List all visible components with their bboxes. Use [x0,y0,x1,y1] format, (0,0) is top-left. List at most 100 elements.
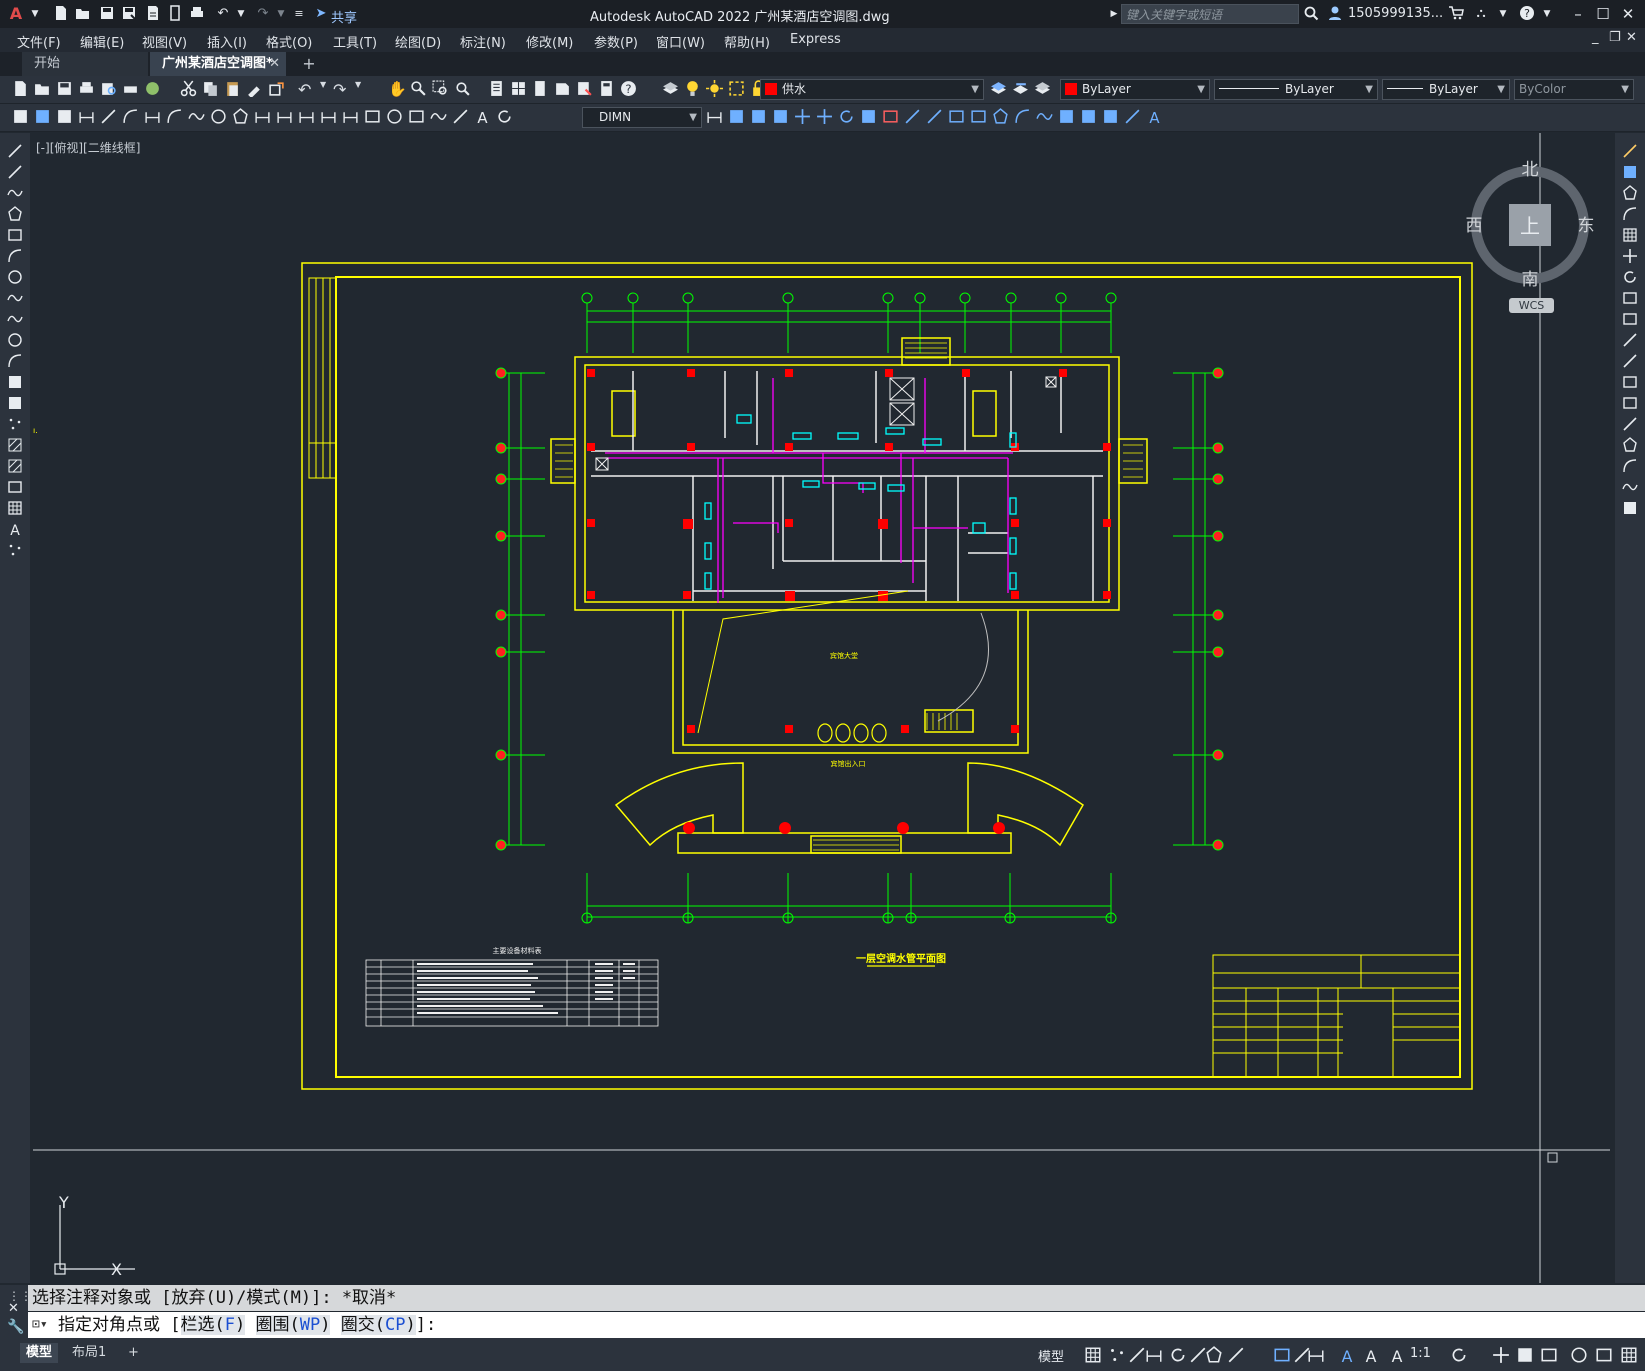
draworder-icon[interactable] [1080,108,1097,125]
offset-palette-icon[interactable] [1622,206,1638,222]
dim-radius-icon[interactable] [166,108,183,125]
spline-icon[interactable] [7,311,23,327]
lineweight-combo[interactable]: ByLayer ▼ [1382,79,1510,100]
annotation-monitor-icon[interactable] [1492,1346,1510,1364]
new-file-icon[interactable] [52,5,70,23]
fillet-icon[interactable] [1014,108,1031,125]
command-line[interactable]: ⊡▾ 指定对角点或 [栏选(F) 圈围(WP) 圈交(CP)]: [28,1312,1645,1338]
dim-diameter-icon[interactable] [210,108,227,125]
layer-thaw-sun-icon[interactable] [706,80,723,97]
dim-space-icon[interactable] [320,108,337,125]
snap-dropdown-icon[interactable] [1128,1346,1146,1364]
gradient-icon[interactable] [7,458,23,474]
dimstyle-combo[interactable]: DIMN ▼ [582,107,702,128]
insert-block-icon[interactable] [7,374,23,390]
menu-dimension[interactable]: 标注(N) [460,32,506,51]
move-palette-icon[interactable] [1622,248,1638,264]
command-option-wpolygon[interactable]: 圈围(WP) [255,1315,331,1335]
menu-insert[interactable]: 插入(I) [207,32,247,51]
menu-view[interactable]: 视图(V) [142,32,187,51]
write-block-icon[interactable] [56,108,73,125]
fillet-palette-icon[interactable] [1622,458,1638,474]
doc-minimize-icon[interactable]: _ [1592,30,1599,45]
menu-file[interactable]: 文件(F) [17,32,61,51]
user-name[interactable]: 1505999135... [1348,6,1443,21]
annotation-scale[interactable]: 1:1 [1410,1346,1431,1361]
blend-icon[interactable] [1036,108,1053,125]
layer-viewport-icon[interactable] [728,80,745,97]
viewcube-east[interactable]: 东 [1578,216,1595,236]
command-option-cpolygon[interactable]: 圈交(CP) [340,1315,416,1335]
maximize-icon[interactable]: ☐ [1590,2,1616,26]
command-customize-wrench-icon[interactable]: 🔧 [7,1319,24,1335]
table-icon[interactable] [7,500,23,516]
explode-icon[interactable] [1058,108,1075,125]
undo-toolbar-dropdown-icon[interactable]: ▼ [320,80,328,97]
plot-toolbar-icon[interactable] [78,80,95,97]
undo-toolbar-icon[interactable]: ↶ [298,80,315,99]
polyline-icon[interactable] [7,185,23,201]
fullscreen-icon[interactable] [1595,1346,1613,1364]
search-input[interactable]: 键入关键字或短语 [1121,4,1299,24]
user-icon[interactable] [1326,5,1344,23]
doc-close-icon[interactable]: ✕ [1626,30,1637,45]
menu-parameter[interactable]: 参数(P) [594,32,638,51]
copy-palette-icon[interactable] [1622,164,1638,180]
command-close-icon[interactable]: ✕ [8,1301,19,1316]
autoscale-icon[interactable]: A [1362,1346,1380,1364]
layer-previous-icon[interactable] [1034,80,1051,97]
quick-properties-icon[interactable] [1540,1346,1558,1364]
chamfer-palette-icon[interactable] [1622,437,1638,453]
wcs-menu-button[interactable]: WCS [1509,298,1554,313]
customize-status-icon[interactable] [1620,1346,1638,1364]
command-side-handle[interactable]: ⋮⋮ ✕ 🔧 [0,1285,32,1338]
menu-draw[interactable]: 绘图(D) [395,32,441,51]
layout-tab-add[interactable]: + [122,1343,145,1363]
linetype-combo[interactable]: ByLayer ▼ [1214,79,1378,100]
mirror-object-icon[interactable] [750,108,767,125]
layer-properties-icon[interactable] [662,80,679,97]
rotate-icon[interactable] [838,108,855,125]
dim-aligned-icon[interactable] [100,108,117,125]
arc-tool-icon[interactable] [7,248,23,264]
paste-icon[interactable] [224,80,241,97]
redo-toolbar-dropdown-icon[interactable]: ▼ [355,80,363,97]
ellipse-arc-icon[interactable] [7,353,23,369]
osnap-tracking-icon[interactable] [1227,1346,1245,1364]
jogged-linear-icon[interactable] [430,108,447,125]
snap-icon[interactable] [1108,1346,1126,1364]
command-option-fence[interactable]: 栏选(F) [180,1315,246,1335]
copy-clip-icon[interactable] [202,80,219,97]
plot-preview-icon[interactable] [100,80,117,97]
close-window-icon[interactable]: ✕ [1615,2,1641,26]
save-icon[interactable] [98,5,116,23]
extend-palette-icon[interactable] [1622,353,1638,369]
quick-calc-icon[interactable] [598,80,615,97]
lengthen-icon[interactable] [1124,108,1141,125]
stretch-palette-icon[interactable] [1622,311,1638,327]
dim-linear-icon[interactable] [78,108,95,125]
break-point-icon[interactable] [1622,374,1638,390]
plot-icon[interactable] [188,5,206,23]
redo-toolbar-icon[interactable]: ↷ [333,80,350,99]
dim-edit-icon[interactable] [452,108,469,125]
pan-icon[interactable]: ✋ [388,80,407,98]
offset-icon[interactable] [772,108,789,125]
open-icon[interactable] [34,80,51,97]
zoom-realtime-icon[interactable] [410,80,427,97]
menu-window[interactable]: 窗口(W) [656,32,705,51]
tab-current-drawing[interactable]: 广州某酒店空调图* ✕ [150,52,286,76]
help-toolbar-icon[interactable]: ? [620,80,637,97]
stretch-icon[interactable] [882,108,899,125]
osnap-icon[interactable] [1273,1346,1291,1364]
search-icon[interactable] [1302,5,1320,23]
extend-icon[interactable] [926,108,943,125]
application-menu-chevron-icon[interactable]: ▼ [26,5,44,23]
menu-help[interactable]: 帮助(H) [724,32,770,51]
isodraft-icon[interactable] [1205,1346,1223,1364]
viewcube-west[interactable]: 西 [1466,216,1483,236]
viewcube-south[interactable]: 南 [1522,270,1539,290]
point-icon[interactable] [7,416,23,432]
tab-close-icon[interactable]: ✕ [269,52,280,76]
copy-object-icon[interactable] [728,108,745,125]
